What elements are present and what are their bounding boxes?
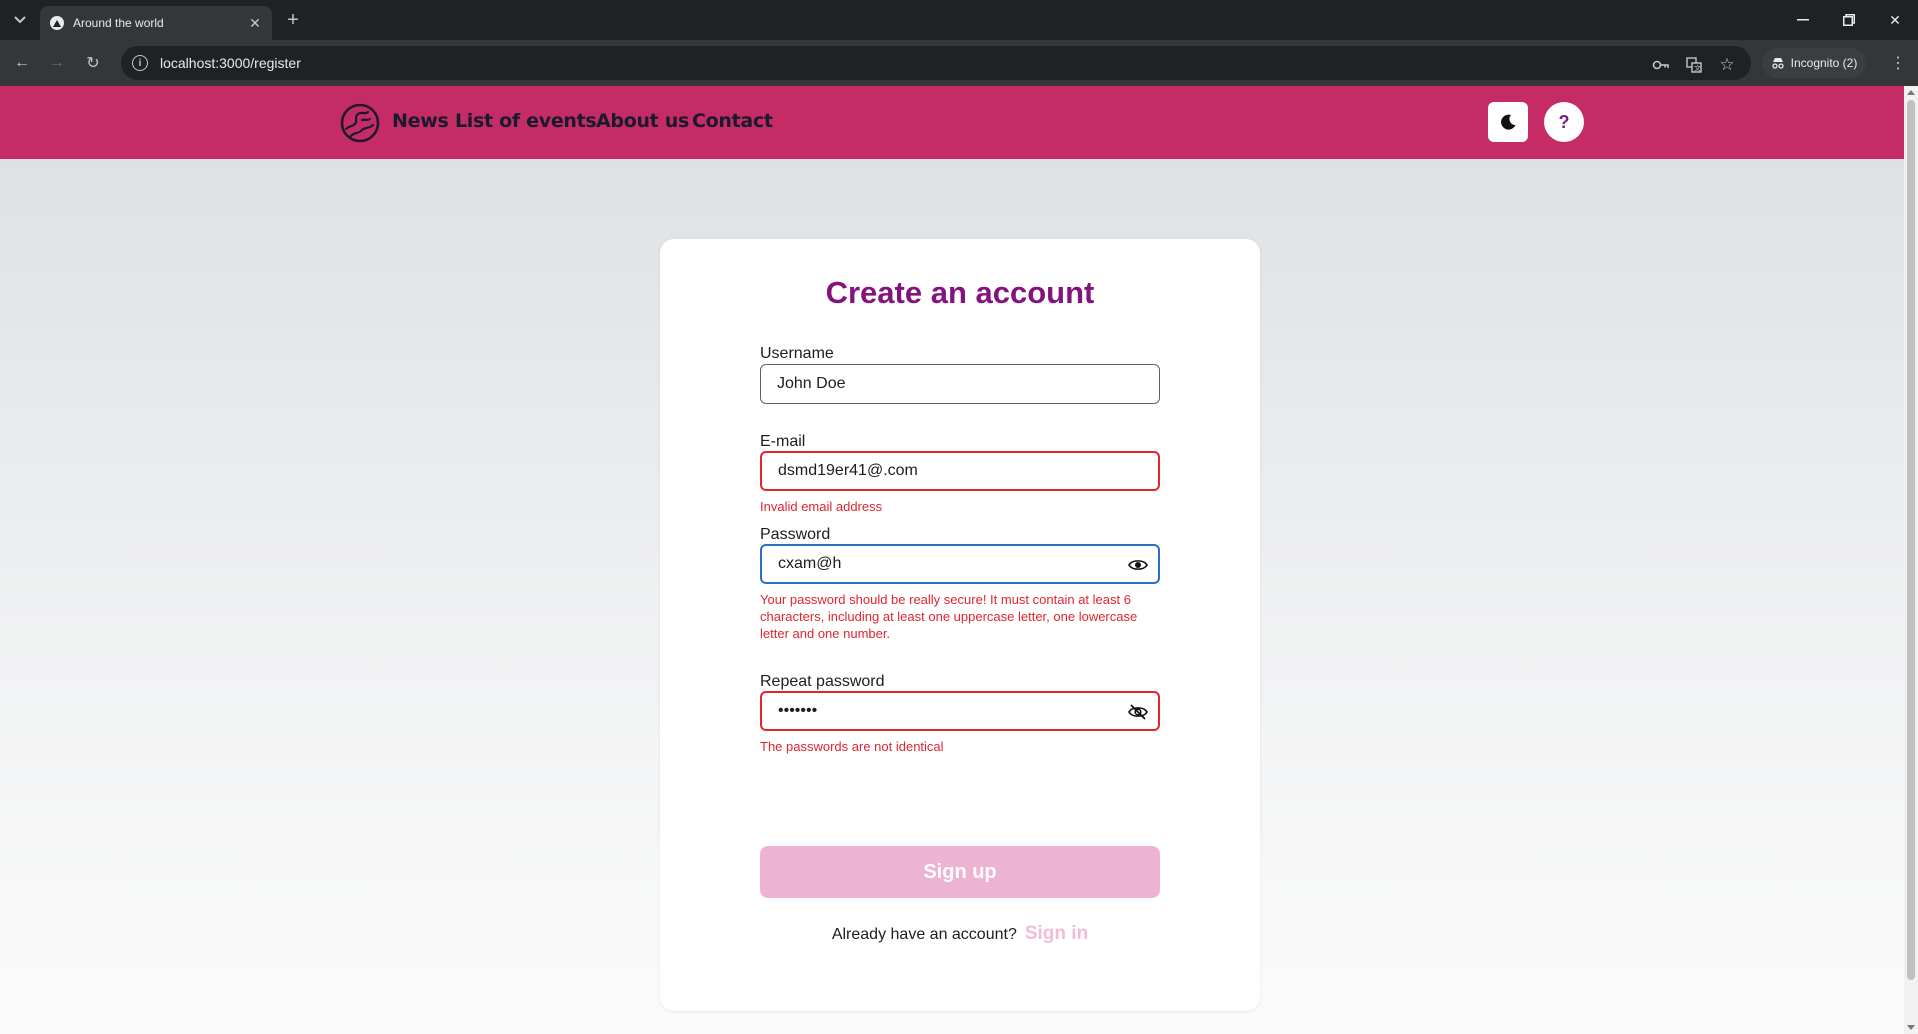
browser-tab-bar: Around the world ✕ + ✕ <box>0 0 1918 40</box>
browser-menu-icon[interactable]: ⋮ <box>1886 51 1910 75</box>
help-button[interactable]: ? <box>1544 102 1584 142</box>
password-error: Your password should be really secure! I… <box>760 592 1138 641</box>
password-field[interactable] <box>760 544 1160 584</box>
show-password-eye-icon[interactable] <box>1128 556 1148 574</box>
username-input[interactable] <box>777 375 1107 393</box>
url-text: localhost:3000/register <box>160 55 301 71</box>
close-tab-icon[interactable]: ✕ <box>246 14 264 32</box>
incognito-indicator[interactable]: Incognito (2) <box>1762 48 1866 78</box>
dark-mode-toggle[interactable] <box>1488 102 1528 142</box>
translate-icon[interactable]: 文 <box>1685 56 1703 74</box>
tab-search-icon[interactable] <box>6 6 34 34</box>
tab-title: Around the world <box>73 16 164 30</box>
password-input[interactable] <box>778 555 1108 573</box>
password-key-icon[interactable] <box>1652 56 1670 74</box>
email-input[interactable] <box>778 462 1108 480</box>
restore-icon[interactable] <box>1826 0 1872 40</box>
hide-password-eye-off-icon[interactable] <box>1128 703 1148 721</box>
email-error: Invalid email address <box>760 499 883 514</box>
repeat-password-input[interactable] <box>778 702 1108 720</box>
page-title: Create an account <box>825 275 1095 310</box>
sign-in-link[interactable]: Sign in <box>1025 923 1088 945</box>
repeat-password-label: Repeat password <box>760 673 885 690</box>
minimize-icon[interactable] <box>1780 0 1826 40</box>
scrollbar-thumb[interactable] <box>1907 100 1915 980</box>
repeat-password-field[interactable] <box>760 691 1160 731</box>
site-header: News List of events About us Contact ? <box>0 86 1904 159</box>
register-card: Create an account Username E-mail Invali… <box>660 239 1260 1011</box>
incognito-icon <box>1771 58 1784 69</box>
scroll-down-arrow-icon[interactable] <box>1907 1025 1915 1030</box>
page-viewport: News List of events About us Contact ? C… <box>0 86 1904 1034</box>
username-field[interactable] <box>760 364 1160 404</box>
svg-text:文: 文 <box>1694 64 1701 73</box>
forward-icon[interactable]: → <box>45 51 69 75</box>
bookmark-star-icon[interactable]: ☆ <box>1718 55 1736 74</box>
reload-icon[interactable]: ↻ <box>81 51 105 75</box>
email-label: E-mail <box>760 433 806 450</box>
nav-news[interactable]: News <box>392 110 449 132</box>
site-info-icon[interactable]: i <box>132 55 148 71</box>
sign-up-button[interactable]: Sign up <box>760 846 1160 898</box>
nav-contact[interactable]: Contact <box>692 110 773 132</box>
username-label: Username <box>760 345 834 362</box>
globe-logo-icon[interactable] <box>340 103 380 143</box>
repeat-password-error: The passwords are not identical <box>760 739 944 754</box>
address-bar[interactable]: i localhost:3000/register 文 ☆ <box>121 46 1751 80</box>
password-label: Password <box>760 526 831 543</box>
close-window-icon[interactable]: ✕ <box>1872 0 1918 40</box>
signin-prompt-text: Already have an account? <box>831 926 1017 943</box>
nav-list-of-events[interactable]: List of events <box>455 110 597 132</box>
nav-about-us[interactable]: About us <box>596 110 689 132</box>
email-field[interactable] <box>760 451 1160 491</box>
browser-tab[interactable]: Around the world ✕ <box>40 6 272 40</box>
new-tab-icon[interactable]: + <box>281 8 305 32</box>
browser-toolbar: ← → ↻ i localhost:3000/register 文 ☆ Inco… <box>0 40 1918 86</box>
site-favicon-icon <box>50 16 64 30</box>
moon-icon <box>1501 114 1516 130</box>
scroll-up-arrow-icon[interactable] <box>1907 90 1915 95</box>
signin-prompt-row: Already have an account? Sign in <box>660 923 1260 945</box>
back-icon[interactable]: ← <box>10 51 34 75</box>
page-scrollbar[interactable] <box>1904 86 1918 1034</box>
incognito-label: Incognito (2) <box>1790 56 1858 70</box>
